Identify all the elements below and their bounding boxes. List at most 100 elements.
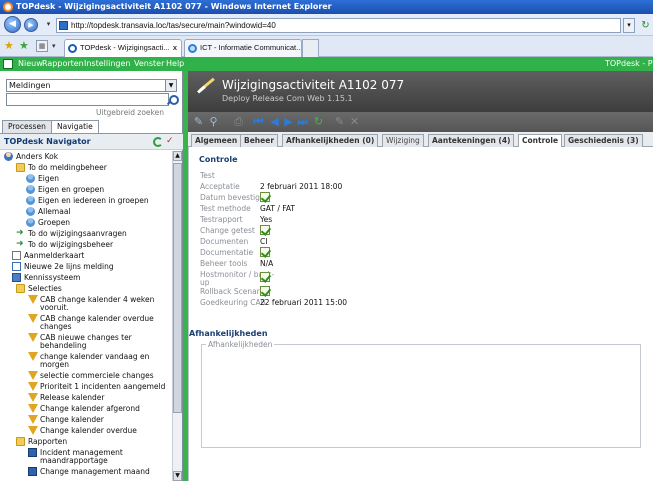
history-dropdown-button[interactable]: ▾	[44, 20, 53, 29]
chevron-down-icon[interactable]: ▼	[165, 80, 176, 91]
print-icon[interactable]: ⎙	[232, 115, 245, 128]
add-favorites-icon[interactable]: ★	[19, 40, 29, 52]
previous-record-icon[interactable]: ◀	[268, 115, 281, 128]
refresh-icon[interactable]	[153, 137, 163, 147]
filter-icon	[28, 393, 38, 402]
pin-icon[interactable]: ✓	[166, 136, 176, 147]
refresh-icon[interactable]: ↻	[638, 18, 653, 33]
tab-processen[interactable]: Processen	[2, 120, 52, 133]
favorites-star-icon[interactable]: ★	[4, 40, 14, 52]
section-heading-afhankelijkheden: Afhankelijkheden	[189, 329, 268, 338]
last-record-icon[interactable]: ⏭	[296, 115, 309, 128]
filter-icon	[28, 295, 38, 304]
book-icon	[12, 273, 21, 282]
search-type-select[interactable]: Meldingen ▼	[6, 79, 177, 92]
url-dropdown-button[interactable]: ▾	[623, 18, 635, 33]
filter-icon	[28, 371, 38, 380]
search-icon[interactable]: ⚲	[207, 115, 220, 128]
edit-icon[interactable]: ✎	[192, 115, 205, 128]
menu-venster[interactable]: Venster	[134, 57, 164, 71]
tab-ie-icon	[188, 44, 197, 53]
window-titlebar: TOPdesk - Wijzigingsactiviteit A1102 077…	[0, 0, 653, 14]
menu-help[interactable]: Help	[166, 57, 184, 71]
page-title: Wijzigingsactiviteit A1102 077	[222, 78, 405, 92]
url-input[interactable]: http://topdesk.transavia.loc/tas/secure/…	[56, 18, 621, 33]
afhankelijkheden-legend: Afhankelijkheden	[206, 339, 275, 350]
tab-ict[interactable]: ICT - Informatie Communicat...	[184, 39, 302, 57]
field-value: CI	[260, 237, 268, 246]
tab-list-dropdown[interactable]: ▾	[52, 42, 56, 50]
tab-algemeen[interactable]: Algemeen	[191, 134, 242, 147]
tree-item-label: Change kalender overdue	[40, 426, 137, 435]
app-menu-icon[interactable]	[3, 59, 13, 69]
tree-item-label: Allemaal	[38, 207, 71, 216]
change-activity-icon-tip	[197, 85, 206, 94]
field-value: Yes	[260, 215, 273, 224]
field-label: Datum bevestigd	[200, 193, 265, 202]
tab-navigatie[interactable]: Navigatie	[51, 120, 99, 133]
menu-rapporten[interactable]: Rapporten	[42, 57, 84, 71]
field-value: N/A	[260, 259, 274, 268]
navigator-title: TOPdesk Navigator	[4, 137, 91, 146]
navigator-scrollbar[interactable]: ▲ ▼	[172, 151, 182, 481]
tab-controle[interactable]: Controle	[518, 134, 563, 148]
first-record-icon[interactable]: ⏮	[252, 115, 265, 128]
tree-item-label: Release kalender	[40, 393, 105, 402]
tab-wijziging[interactable]: Wijziging	[382, 134, 424, 147]
checkmark-icon	[260, 286, 270, 296]
filter-icon	[28, 426, 38, 435]
tab-close-icon[interactable]: x	[173, 40, 177, 56]
forward-button[interactable]: ▶	[24, 18, 38, 32]
tab-label: ICT - Informatie Communicat...	[200, 43, 302, 52]
search-input[interactable]	[6, 93, 169, 106]
main-panel: Wijzigingsactiviteit A1102 077 Deploy Re…	[188, 71, 653, 481]
filter-icon	[28, 415, 38, 424]
field-value: GAT / FAT	[260, 204, 295, 213]
back-button[interactable]: ◀	[4, 16, 21, 33]
filter-icon	[28, 404, 38, 413]
menu-instellingen[interactable]: Instellingen	[84, 57, 130, 71]
field-row: Testrapport Yes	[200, 214, 640, 225]
field-row: Beheer tools N/A	[200, 258, 640, 269]
tree-item-label: To do wijzigingsaanvragen	[28, 229, 127, 238]
new-tab-button[interactable]	[302, 39, 319, 57]
afhankelijkheden-box: Afhankelijkheden	[201, 339, 641, 448]
refresh-icon[interactable]: ↻	[312, 115, 325, 128]
filter-icon	[28, 352, 38, 361]
navigator-tree: Anders Kok To do meldingbeheer Eigen Eigen …	[0, 151, 172, 481]
quick-tabs-icon[interactable]: ▦	[36, 40, 48, 52]
tab-topdesk-icon	[68, 44, 77, 53]
tab-beheer[interactable]: Beheer	[240, 134, 279, 147]
menu-nieuw[interactable]: Nieuw	[18, 57, 43, 71]
field-row: Test methode GAT / FAT	[200, 203, 640, 214]
filter-icon	[28, 382, 38, 391]
advanced-search-link[interactable]: Uitgebreid zoeken	[96, 108, 164, 117]
search-icon[interactable]	[165, 95, 179, 107]
scroll-thumb[interactable]	[173, 163, 182, 413]
tree-item-label: Anders Kok	[16, 152, 59, 161]
field-row: Goedkeuring CAB 22 februari 2011 15:00	[200, 297, 640, 308]
scroll-up-arrow-icon[interactable]: ▲	[173, 151, 182, 161]
tab-afhankelijkheden[interactable]: Afhankelijkheden (0)	[282, 134, 379, 147]
tree-item-label: selectie commerciele changes	[40, 371, 154, 380]
arrow-icon: ➜	[16, 239, 24, 249]
url-text: http://topdesk.transavia.loc/tas/secure/…	[71, 21, 276, 30]
tree-item-label-continued: changes	[40, 322, 72, 331]
arrow-icon: ➜	[16, 228, 24, 238]
field-row: Change getest	[200, 225, 640, 236]
field-label: Documentatie	[200, 248, 254, 257]
scroll-down-arrow-icon[interactable]: ▼	[173, 471, 182, 481]
tab-geschiedenis[interactable]: Geschiedenis (3)	[564, 134, 643, 147]
tree-item-label: To do meldingbeheer	[28, 163, 107, 172]
field-label: Goedkeuring CAB	[200, 298, 266, 307]
field-label: Test methode	[200, 204, 251, 213]
tab-topdesk[interactable]: TOPdesk - Wijzigingsacti... x	[64, 39, 182, 57]
address-bar: ◀ ▶ ▾ http://topdesk.transavia.loc/tas/s…	[0, 14, 653, 36]
tree-item-label-continued: morgen	[40, 360, 69, 369]
tree-item-label: Prioriteit 1 incidenten aangemeld	[40, 382, 166, 391]
person-icon	[4, 152, 13, 161]
next-record-icon[interactable]: ▶	[282, 115, 295, 128]
field-row: Datum bevestigd	[200, 192, 640, 203]
filter-icon	[28, 333, 38, 342]
tab-aantekeningen[interactable]: Aantekeningen (4)	[428, 134, 515, 147]
